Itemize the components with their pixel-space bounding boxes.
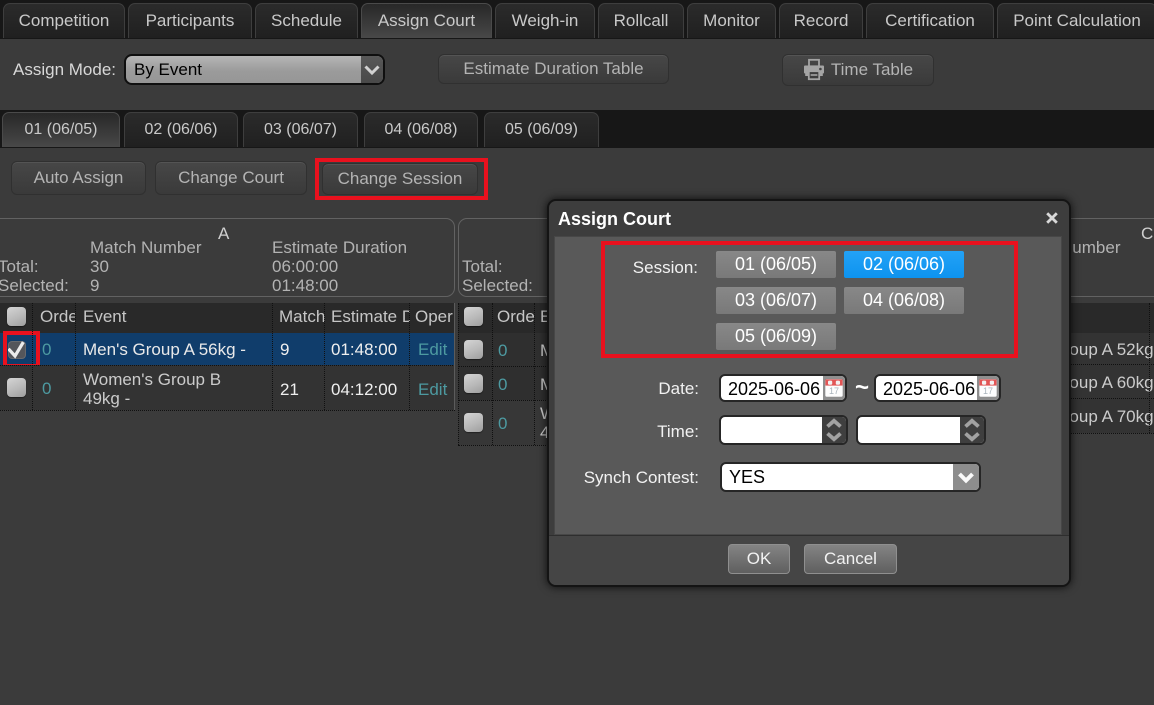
svg-text:17: 17 <box>983 386 993 396</box>
svg-text:17: 17 <box>829 386 839 396</box>
